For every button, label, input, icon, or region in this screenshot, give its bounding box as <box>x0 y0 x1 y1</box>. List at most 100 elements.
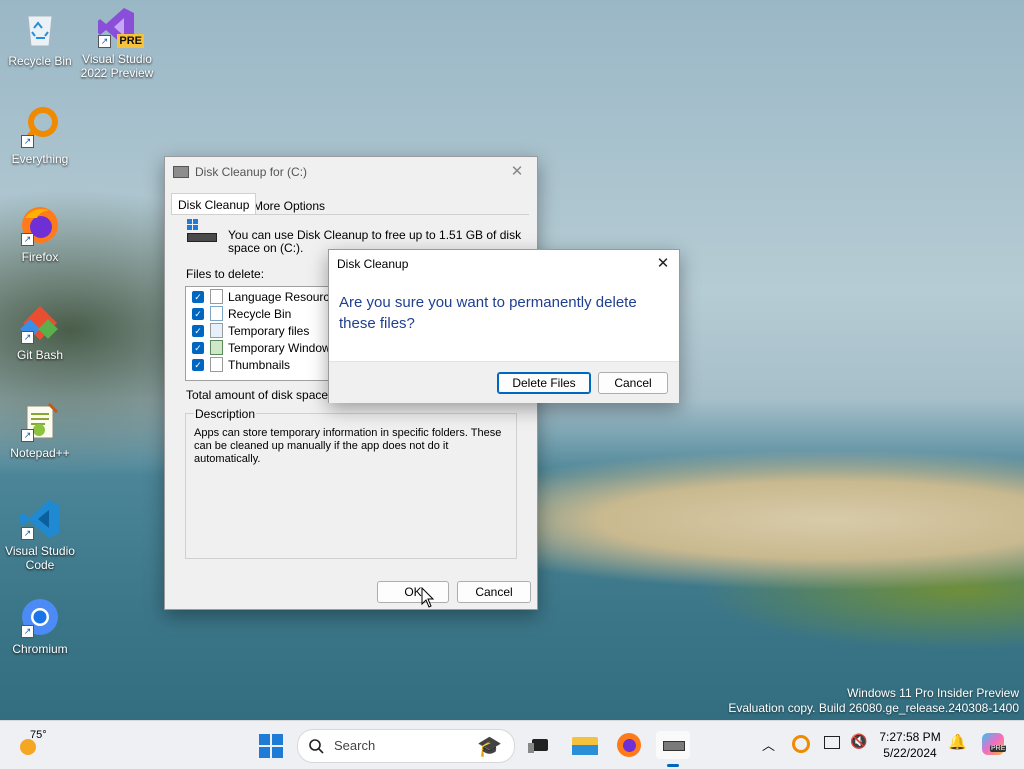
desktop-icon-notepadpp[interactable]: ↗ Notepad++ <box>0 400 80 460</box>
shortcut-arrow-icon: ↗ <box>21 135 34 148</box>
desktop-icon-label: Code <box>25 558 55 572</box>
firefox-icon: ↗ <box>19 204 61 246</box>
description-title: Description <box>194 407 257 421</box>
delete-files-button[interactable]: Delete Files <box>497 372 591 394</box>
shortcut-arrow-icon: ↗ <box>21 625 34 638</box>
desktop-icon-visual-studio[interactable]: PRE ↗ Visual Studio 2022 Preview <box>77 6 157 80</box>
desktop-icon-label: 2022 Preview <box>80 66 154 80</box>
description-line: automatically. <box>194 453 261 465</box>
windows-logo-icon <box>259 734 283 758</box>
file-name: Thumbnails <box>228 357 291 372</box>
tab-more-options[interactable]: More Options <box>253 197 325 215</box>
disk-cleanup-app-icon <box>173 166 189 178</box>
desktop-icon-label: Chromium <box>12 642 68 656</box>
button-area: Delete Files Cancel <box>329 361 679 403</box>
confirm-dialog: Disk Cleanup ✕ Are you sure you want to … <box>328 249 680 403</box>
checkbox-checked[interactable]: ✓ <box>192 324 204 337</box>
close-button[interactable]: ✕ <box>651 253 675 275</box>
weather-widget[interactable]: 75° <box>16 729 56 761</box>
weather-sun-icon <box>20 739 36 755</box>
files-to-delete-label: Files to delete: <box>186 267 265 281</box>
firefox-taskbar-icon[interactable] <box>615 731 643 759</box>
desktop-icon-label: Visual Studio <box>82 52 152 66</box>
recycle-bin-icon <box>210 306 223 321</box>
everything-search-icon: ↗ <box>19 106 61 148</box>
description-line: Apps can store temporary information in … <box>194 427 502 439</box>
total-disk-space-label: Total amount of disk space you <box>186 388 351 402</box>
git-bash-icon: ↗ <box>19 302 61 344</box>
volume-muted-icon[interactable]: 🔇 <box>850 733 867 750</box>
checkbox-checked[interactable]: ✓ <box>192 290 204 303</box>
desktop-icon-everything[interactable]: ↗ Everything <box>0 106 80 166</box>
installer-icon <box>210 340 223 355</box>
visual-studio-icon: PRE ↗ <box>96 6 144 48</box>
file-icon <box>210 323 223 338</box>
graduation-cap-icon: 🎓 <box>477 736 502 758</box>
task-view-icon[interactable] <box>526 731 554 759</box>
shortcut-arrow-icon: ↗ <box>98 35 111 48</box>
search-icon <box>309 739 324 754</box>
vscode-icon: ↗ <box>19 498 61 540</box>
desktop-icon-label: Notepad++ <box>10 446 70 460</box>
recycle-bin-icon <box>19 8 61 50</box>
title-bar: Disk Cleanup for (C:) <box>165 157 537 187</box>
pre-badge: PRE <box>117 34 144 48</box>
notepadpp-icon: ↗ <box>19 400 61 442</box>
dialog-title: Disk Cleanup <box>337 257 409 271</box>
notification-bell-icon[interactable]: 🔔 <box>948 733 967 751</box>
dialog-title: Disk Cleanup for (C:) <box>195 165 308 179</box>
search-box[interactable]: Search 🎓 <box>297 729 515 763</box>
file-icon <box>210 289 223 304</box>
question-line: Are you sure you want to permanently del… <box>339 294 637 311</box>
description-group: Description Apps can store temporary inf… <box>185 407 517 559</box>
desktop-icon-git-bash[interactable]: ↗ Git Bash <box>0 302 80 362</box>
title-bar: Disk Cleanup <box>329 250 679 278</box>
copilot-icon[interactable]: PRE <box>982 733 1007 755</box>
search-placeholder: Search <box>334 738 376 753</box>
file-icon <box>210 357 223 372</box>
clock[interactable]: 7:27:58 PM 5/22/2024 <box>874 729 946 761</box>
drive-icon <box>187 219 217 242</box>
copilot-pre-badge: PRE <box>990 745 1007 752</box>
desktop-icon-label: Recycle Bin <box>8 54 72 68</box>
shortcut-arrow-icon: ↗ <box>21 527 34 540</box>
description-line: can be cleaned up manually if the app do… <box>194 440 449 452</box>
shortcut-arrow-icon: ↗ <box>21 331 34 344</box>
checkbox-checked[interactable]: ✓ <box>192 307 204 320</box>
ok-button[interactable]: OK <box>377 581 449 603</box>
disk-cleanup-taskbar-icon[interactable] <box>656 731 690 767</box>
cancel-button[interactable]: Cancel <box>598 372 668 394</box>
desktop-icon-label: Everything <box>11 152 69 166</box>
confirm-question: Are you sure you want to permanently del… <box>339 292 637 334</box>
chevron-up-icon[interactable]: ︿ <box>762 735 775 754</box>
start-button[interactable] <box>258 733 284 759</box>
desktop-icon-label: Visual Studio <box>5 544 75 558</box>
checkbox-checked[interactable]: ✓ <box>192 358 204 371</box>
shortcut-arrow-icon: ↗ <box>21 429 34 442</box>
clock-time: 7:27:58 PM <box>879 730 941 744</box>
cancel-button[interactable]: Cancel <box>457 581 531 603</box>
desktop-icon-vscode[interactable]: ↗ Visual Studio Code <box>0 498 80 572</box>
watermark-line: Evaluation copy. Build 26080.ge_release.… <box>728 701 1019 715</box>
tab-disk-cleanup[interactable]: Disk Cleanup <box>171 193 257 214</box>
active-app-indicator <box>667 764 679 767</box>
desktop-icon-firefox[interactable]: ↗ Firefox <box>0 204 80 264</box>
checkbox-checked[interactable]: ✓ <box>192 341 204 354</box>
desktop-icon-label: Git Bash <box>16 348 64 362</box>
close-button[interactable]: ✕ <box>505 161 529 183</box>
desktop-icon-chromium[interactable]: ↗ Chromium <box>0 596 80 656</box>
file-name: Temporary files <box>228 323 310 338</box>
taskbar: 75° Search 🎓 ︿ 🔇 7:27:58 PM 5/22/2024 🔔 … <box>0 720 1024 769</box>
file-explorer-icon[interactable] <box>571 731 599 759</box>
chromium-icon: ↗ <box>19 596 61 638</box>
evaluation-watermark: Windows 11 Pro Insider Preview Evaluatio… <box>728 686 1019 716</box>
shortcut-arrow-icon: ↗ <box>21 233 34 246</box>
mouse-cursor-icon <box>421 587 435 608</box>
question-line: these files? <box>339 315 415 332</box>
network-icon[interactable] <box>824 736 840 749</box>
file-name: Recycle Bin <box>228 306 292 321</box>
desktop-icon-label: Firefox <box>21 250 59 264</box>
everything-tray-icon[interactable] <box>792 735 810 753</box>
watermark-line: Windows 11 Pro Insider Preview <box>847 686 1019 700</box>
desktop-icon-recycle-bin[interactable]: Recycle Bin <box>0 8 80 68</box>
